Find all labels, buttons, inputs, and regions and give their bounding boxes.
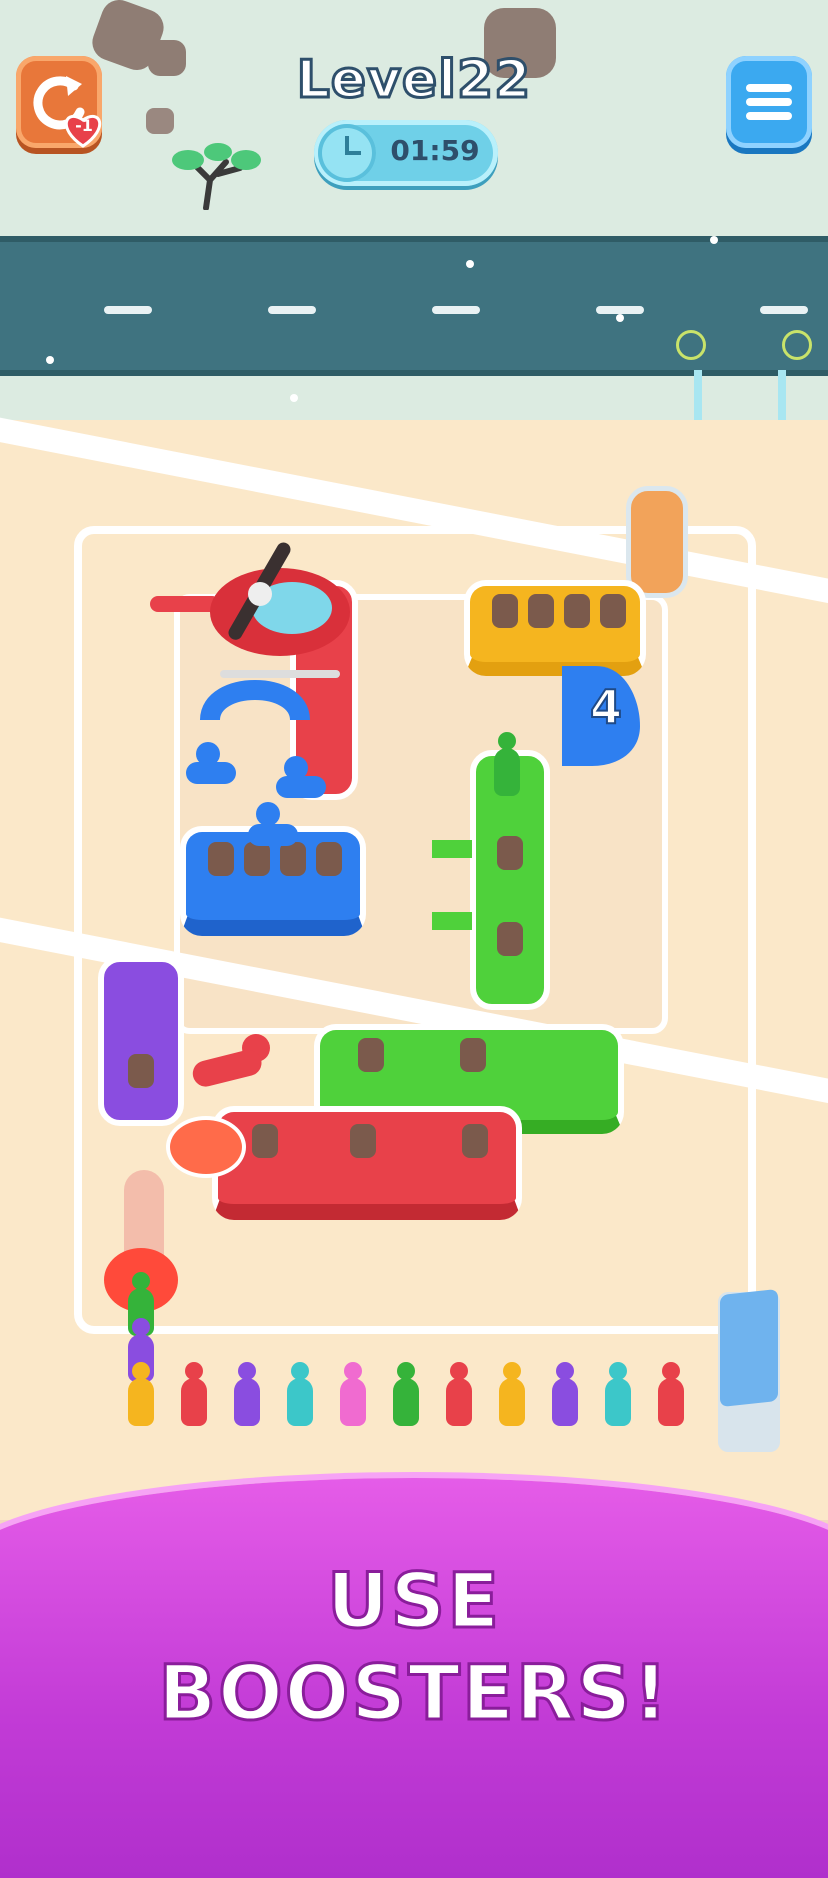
red-person-lying [184,1026,280,1106]
banner-line-2: BOOSTERS! [157,1647,670,1739]
bus-stop-sign-icon [782,330,812,360]
queue-person [181,1362,207,1426]
queue-person [393,1362,419,1426]
lane-marking [596,306,644,314]
lane-marking [268,306,316,314]
booster-machine [718,1288,780,1452]
clock-icon [318,124,376,182]
snowflake [616,314,624,322]
queue-person [128,1362,154,1426]
timer-text: 01:59 [390,134,480,167]
lane-marking [432,306,480,314]
red-bus-long[interactable] [212,1106,522,1220]
queue-person [658,1362,684,1426]
queue-person [234,1362,260,1426]
green-arrow-marker [432,840,472,858]
bus-stop-sign-icon [676,330,706,360]
queue-person [287,1362,313,1426]
lane-marking [760,306,808,314]
snowflake [290,394,298,402]
passenger-green [494,732,520,796]
road [0,236,828,376]
capacity-badge: 4 [589,679,623,735]
queue-person [605,1362,631,1426]
menu-button[interactable] [726,56,812,148]
snowflake [466,260,474,268]
passenger-group-blue [172,740,352,860]
rock-decoration [146,108,174,134]
queue-person [340,1362,366,1426]
banner-line-1: USE [325,1555,502,1647]
tree-icon [166,140,266,211]
orange-bus[interactable] [626,486,688,598]
snowflake [46,356,54,364]
level-title: Level22 [295,49,532,112]
lane-marking [104,306,152,314]
snowflake [710,236,718,244]
lives-delta: -1 [75,116,93,135]
helicopter-booster-icon [150,530,360,722]
rock-decoration [148,40,186,76]
purple-bus[interactable] [98,956,184,1126]
queue-person [446,1362,472,1426]
queue-person [499,1362,525,1426]
green-arrow-marker [432,912,472,930]
pickup-pad [166,1116,246,1178]
queue-person [552,1362,578,1426]
